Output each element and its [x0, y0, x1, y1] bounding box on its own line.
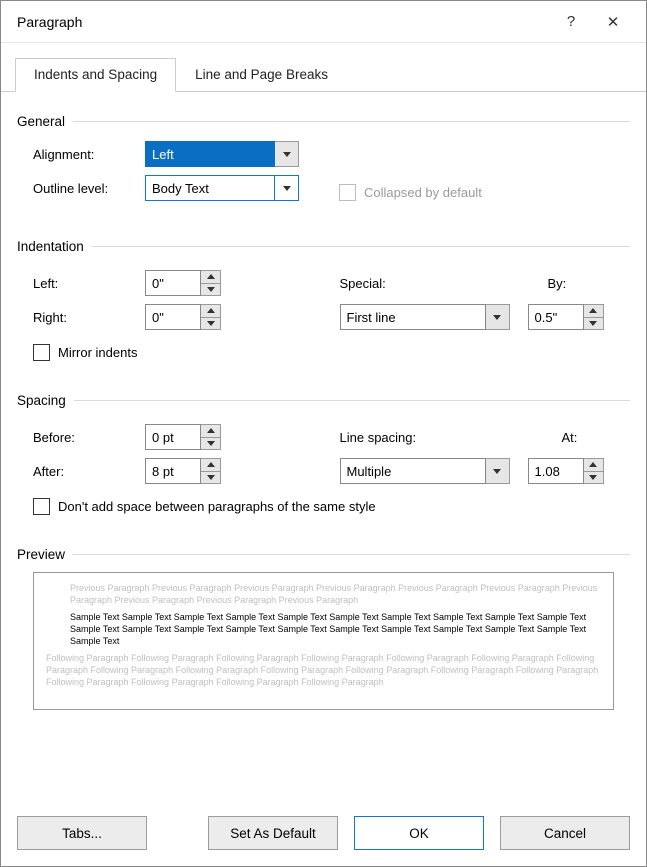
- group-title-spacing: Spacing: [17, 393, 66, 408]
- by-input[interactable]: [528, 304, 584, 330]
- chevron-down-icon: [493, 469, 501, 474]
- spin-up-button[interactable]: [584, 305, 603, 317]
- line-spacing-label: Line spacing:: [340, 430, 520, 445]
- at-spinner[interactable]: [528, 458, 604, 484]
- triangle-down-icon: [207, 287, 215, 292]
- triangle-down-icon: [589, 475, 597, 480]
- spin-down-button[interactable]: [201, 317, 220, 330]
- help-button[interactable]: ?: [550, 1, 592, 43]
- after-spinner[interactable]: [145, 458, 221, 484]
- spin-up-button[interactable]: [201, 425, 220, 437]
- group-general: General Alignment: Left Outline level: B…: [17, 114, 630, 203]
- indent-left-spinner[interactable]: [145, 270, 221, 296]
- special-label: Special:: [340, 276, 520, 291]
- outline-label: Outline level:: [33, 181, 145, 196]
- spin-up-button[interactable]: [584, 459, 603, 471]
- spin-up-button[interactable]: [201, 459, 220, 471]
- by-spinner[interactable]: [528, 304, 604, 330]
- tab-indents-spacing[interactable]: Indents and Spacing: [15, 58, 176, 92]
- group-title-indentation: Indentation: [17, 239, 84, 254]
- preview-previous: Previous Paragraph Previous Paragraph Pr…: [46, 583, 601, 606]
- content-area: General Alignment: Left Outline level: B…: [1, 92, 646, 804]
- indent-right-spinner[interactable]: [145, 304, 221, 330]
- spin-down-button[interactable]: [584, 471, 603, 484]
- preview-box: Previous Paragraph Previous Paragraph Pr…: [33, 572, 614, 710]
- at-label: At:: [562, 430, 578, 445]
- triangle-up-icon: [207, 308, 215, 313]
- outline-dropdown-button[interactable]: [275, 175, 299, 201]
- mirror-indents-checkbox[interactable]: Mirror indents: [33, 344, 630, 361]
- close-icon: ✕: [607, 13, 620, 31]
- alignment-value: Left: [145, 141, 275, 167]
- dont-add-space-label: Don't add space between paragraphs of th…: [58, 499, 376, 514]
- before-input[interactable]: [145, 424, 201, 450]
- triangle-up-icon: [589, 462, 597, 467]
- line-spacing-dropdown-button[interactable]: [486, 458, 510, 484]
- spin-down-button[interactable]: [201, 437, 220, 450]
- alignment-dropdown[interactable]: Left: [145, 141, 299, 167]
- by-label: By:: [548, 276, 567, 291]
- triangle-up-icon: [207, 428, 215, 433]
- collapsed-checkbox: Collapsed by default: [339, 184, 482, 201]
- cancel-button[interactable]: Cancel: [500, 816, 630, 850]
- ok-button[interactable]: OK: [354, 816, 484, 850]
- line-spacing-value: Multiple: [340, 458, 486, 484]
- indent-right-label: Right:: [33, 310, 145, 325]
- indent-left-label: Left:: [33, 276, 145, 291]
- line-spacing-dropdown[interactable]: Multiple: [340, 458, 510, 484]
- before-spinner[interactable]: [145, 424, 221, 450]
- tabstrip: Indents and Spacing Line and Page Breaks: [1, 43, 646, 92]
- group-title-general: General: [17, 114, 65, 129]
- chevron-down-icon: [493, 315, 501, 320]
- triangle-up-icon: [207, 274, 215, 279]
- close-button[interactable]: ✕: [592, 1, 634, 43]
- spin-down-button[interactable]: [201, 283, 220, 296]
- after-input[interactable]: [145, 458, 201, 484]
- group-indentation: Indentation Left: Right:: [17, 239, 630, 361]
- triangle-down-icon: [589, 321, 597, 326]
- mirror-indents-label: Mirror indents: [58, 345, 137, 360]
- triangle-down-icon: [207, 475, 215, 480]
- chevron-down-icon: [283, 152, 291, 157]
- preview-sample: Sample Text Sample Text Sample Text Samp…: [46, 612, 601, 647]
- help-icon: ?: [567, 13, 575, 30]
- after-label: After:: [33, 464, 145, 479]
- special-dropdown[interactable]: First line: [340, 304, 510, 330]
- alignment-dropdown-button[interactable]: [275, 141, 299, 167]
- checkbox-icon: [33, 344, 50, 361]
- indent-left-input[interactable]: [145, 270, 201, 296]
- outline-dropdown[interactable]: Body Text: [145, 175, 299, 201]
- alignment-label: Alignment:: [33, 147, 145, 162]
- collapsed-label: Collapsed by default: [364, 185, 482, 200]
- checkbox-icon: [339, 184, 356, 201]
- spin-down-button[interactable]: [201, 471, 220, 484]
- indent-right-input[interactable]: [145, 304, 201, 330]
- triangle-up-icon: [589, 308, 597, 313]
- button-bar: Tabs... Set As Default OK Cancel: [1, 804, 646, 866]
- spin-up-button[interactable]: [201, 305, 220, 317]
- set-as-default-button[interactable]: Set As Default: [208, 816, 338, 850]
- triangle-up-icon: [207, 462, 215, 467]
- tabs-button[interactable]: Tabs...: [17, 816, 147, 850]
- group-spacing: Spacing Before: After:: [17, 393, 630, 515]
- checkbox-icon: [33, 498, 50, 515]
- outline-value: Body Text: [145, 175, 275, 201]
- dont-add-space-checkbox[interactable]: Don't add space between paragraphs of th…: [33, 498, 630, 515]
- tab-line-page-breaks[interactable]: Line and Page Breaks: [176, 58, 347, 92]
- chevron-down-icon: [283, 186, 291, 191]
- preview-following: Following Paragraph Following Paragraph …: [46, 653, 601, 688]
- at-input[interactable]: [528, 458, 584, 484]
- special-value: First line: [340, 304, 486, 330]
- spin-up-button[interactable]: [201, 271, 220, 283]
- special-dropdown-button[interactable]: [486, 304, 510, 330]
- before-label: Before:: [33, 430, 145, 445]
- dialog-title: Paragraph: [17, 14, 82, 30]
- spin-down-button[interactable]: [584, 317, 603, 330]
- paragraph-dialog: Paragraph ? ✕ Indents and Spacing Line a…: [0, 0, 647, 867]
- titlebar: Paragraph ? ✕: [1, 1, 646, 43]
- triangle-down-icon: [207, 321, 215, 326]
- triangle-down-icon: [207, 441, 215, 446]
- group-preview: Preview Previous Paragraph Previous Para…: [17, 547, 630, 710]
- group-title-preview: Preview: [17, 547, 65, 562]
